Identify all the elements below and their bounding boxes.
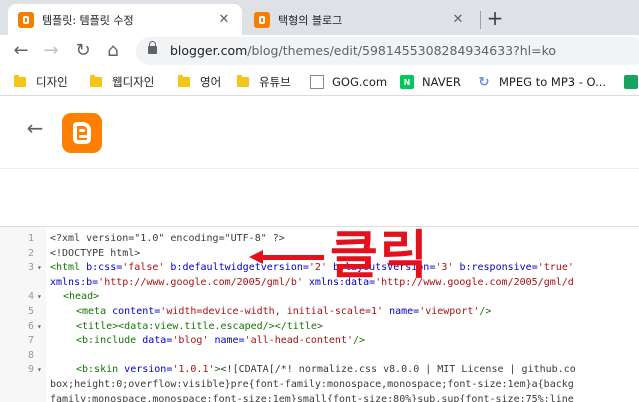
bookmark-label: MPEG to MP3 - O... (499, 75, 607, 89)
fold-toggle-icon[interactable]: ▾ (37, 260, 42, 275)
bookmark-label: GOG.com (332, 75, 388, 89)
bookmark-icon (624, 75, 638, 89)
code-editor[interactable]: 1 <?xml version="1.0" encoding="UTF-8" ?>… (0, 226, 639, 402)
bookmark-label: 유튜브 (259, 75, 291, 89)
new-tab-button[interactable]: + (483, 6, 507, 30)
folder-icon (90, 75, 102, 87)
bookmarks-bar: 디자인 웹디자인 영어 유튜브 GOG.com N NAVER ↻ MPEG to … (0, 67, 639, 96)
bookmark-label: NAVER (422, 75, 461, 89)
fold-toggle-icon[interactable]: ▾ (37, 362, 42, 377)
code-line[interactable]: box;height:0;overflow:visible}pre{font-f… (0, 377, 639, 392)
editor-toolbar-area (0, 170, 639, 226)
line-number: 8 (27, 349, 34, 361)
folder-icon (178, 75, 190, 87)
code-text: <head> (63, 291, 100, 303)
bookmark-webdesign[interactable]: 웹디자인 (90, 72, 154, 92)
gog-icon (310, 75, 324, 89)
lock-icon (148, 41, 157, 54)
line-number: 9 (27, 364, 34, 376)
code-text: <title><data:view.title.escaped/></title… (76, 320, 323, 332)
back-button[interactable]: ← (8, 38, 34, 64)
url-host: blogger.com (170, 43, 248, 58)
code-line[interactable]: 1 <?xml version="1.0" encoding="UTF-8" ?> (0, 231, 639, 246)
blogger-favicon-icon (254, 11, 270, 28)
line-number: 4 (27, 291, 34, 303)
code-text: <b:skin version='1.0.1'> <![CDATA[/*! nor… (76, 364, 576, 376)
converter-icon: ↻ (478, 74, 490, 90)
blogger-app-bar: ← (0, 97, 639, 169)
folder-icon (14, 75, 26, 87)
close-tab-icon[interactable]: ✕ (450, 12, 466, 27)
line-number: 3 (27, 262, 34, 274)
close-tab-icon[interactable]: ✕ (216, 12, 232, 27)
code-line[interactable]: 5 <meta content='width=device-width, init… (0, 304, 639, 319)
bookmark-label: 디자인 (36, 75, 68, 89)
bookmark-overflow[interactable] (624, 72, 639, 92)
bookmark-youtube[interactable]: 유튜브 (237, 72, 291, 92)
folder-icon (237, 75, 249, 87)
code-line[interactable]: 3 ▾ <html b:css='false' b:defaultwidgetver… (0, 260, 639, 275)
tab-separator (480, 11, 481, 29)
bookmark-mpeg-to-mp3[interactable]: ↻ MPEG to MP3 - O... (477, 72, 607, 92)
line-number: 6 (27, 320, 34, 332)
address-bar[interactable]: blogger.com/blog/themes/edit/59814553082… (136, 37, 639, 65)
annotation-arrow-head-icon (249, 250, 263, 264)
tab-title: 템플릿: 템플릿 수정 (42, 13, 134, 27)
code-line[interactable]: xmlns:b='http://www.google.com/2005/gml/… (0, 275, 639, 290)
blogger-logo-icon[interactable] (62, 113, 102, 153)
tab-strip: 템플릿: 템플릿 수정 ✕ 택형의 블로그 ✕ + (0, 0, 639, 35)
tab-template-edit[interactable]: 템플릿: 템플릿 수정 ✕ (8, 4, 242, 35)
fold-toggle-icon[interactable]: ▾ (37, 319, 42, 334)
code-line[interactable]: 9 ▾ <b:skin version='1.0.1'> <![CDATA[/*! n… (0, 362, 639, 377)
line-number: 5 (27, 306, 34, 317)
tab-blog[interactable]: 택형의 블로그 ✕ (244, 4, 476, 35)
annotation-arrow (262, 255, 324, 260)
home-button[interactable]: ⌂ (100, 38, 126, 64)
tab-title: 택형의 블로그 (278, 13, 343, 27)
line-number: 1 (27, 233, 34, 244)
reload-button[interactable]: ↻ (70, 38, 96, 64)
url-path: /blog/themes/edit/5981455308284934633?hl… (247, 43, 557, 58)
bookmark-gog[interactable]: GOG.com (310, 72, 387, 92)
code-line[interactable]: 7 <b:include data='blog' name='all-head-c… (0, 333, 639, 348)
forward-button[interactable]: → (38, 38, 64, 64)
code-line[interactable]: 6 ▾ <title><data:view.title.escaped/></tit… (0, 319, 639, 334)
code-text: xmlns:b='http://www.google.com/2005/gml/… (50, 276, 574, 288)
code-line[interactable]: family:monospace,monospace;font-size:1em… (0, 392, 639, 402)
code-text: <html b:css='false' b:defaultwidgetversi… (50, 262, 574, 274)
bookmark-english[interactable]: 영어 (178, 72, 221, 92)
bookmark-design[interactable]: 디자인 (14, 72, 68, 92)
bookmark-naver[interactable]: N NAVER (400, 72, 461, 92)
bookmark-label: 영어 (200, 75, 222, 89)
code-line[interactable]: 4 ▾ <head> (0, 289, 639, 304)
line-number: 7 (27, 335, 34, 347)
line-number: 2 (27, 247, 34, 259)
browser-toolbar: ← → ↻ ⌂ blogger.com/blog/themes/edit/598… (0, 35, 639, 67)
bookmark-label: 웹디자인 (112, 75, 155, 89)
annotation-click-label: 클릭 (330, 226, 430, 286)
code-line[interactable]: 8 (0, 348, 639, 363)
back-arrow-button[interactable]: ← (24, 117, 46, 139)
url-text: blogger.com/blog/themes/edit/59814553082… (170, 43, 556, 58)
blogger-favicon-icon (18, 11, 34, 28)
code-text: <b:include data='blog' name='all-head-co… (76, 335, 366, 347)
code-text: <meta content='width=device-width, initi… (76, 306, 492, 317)
fold-toggle-icon[interactable]: ▾ (37, 289, 42, 304)
naver-icon: N (400, 75, 414, 89)
